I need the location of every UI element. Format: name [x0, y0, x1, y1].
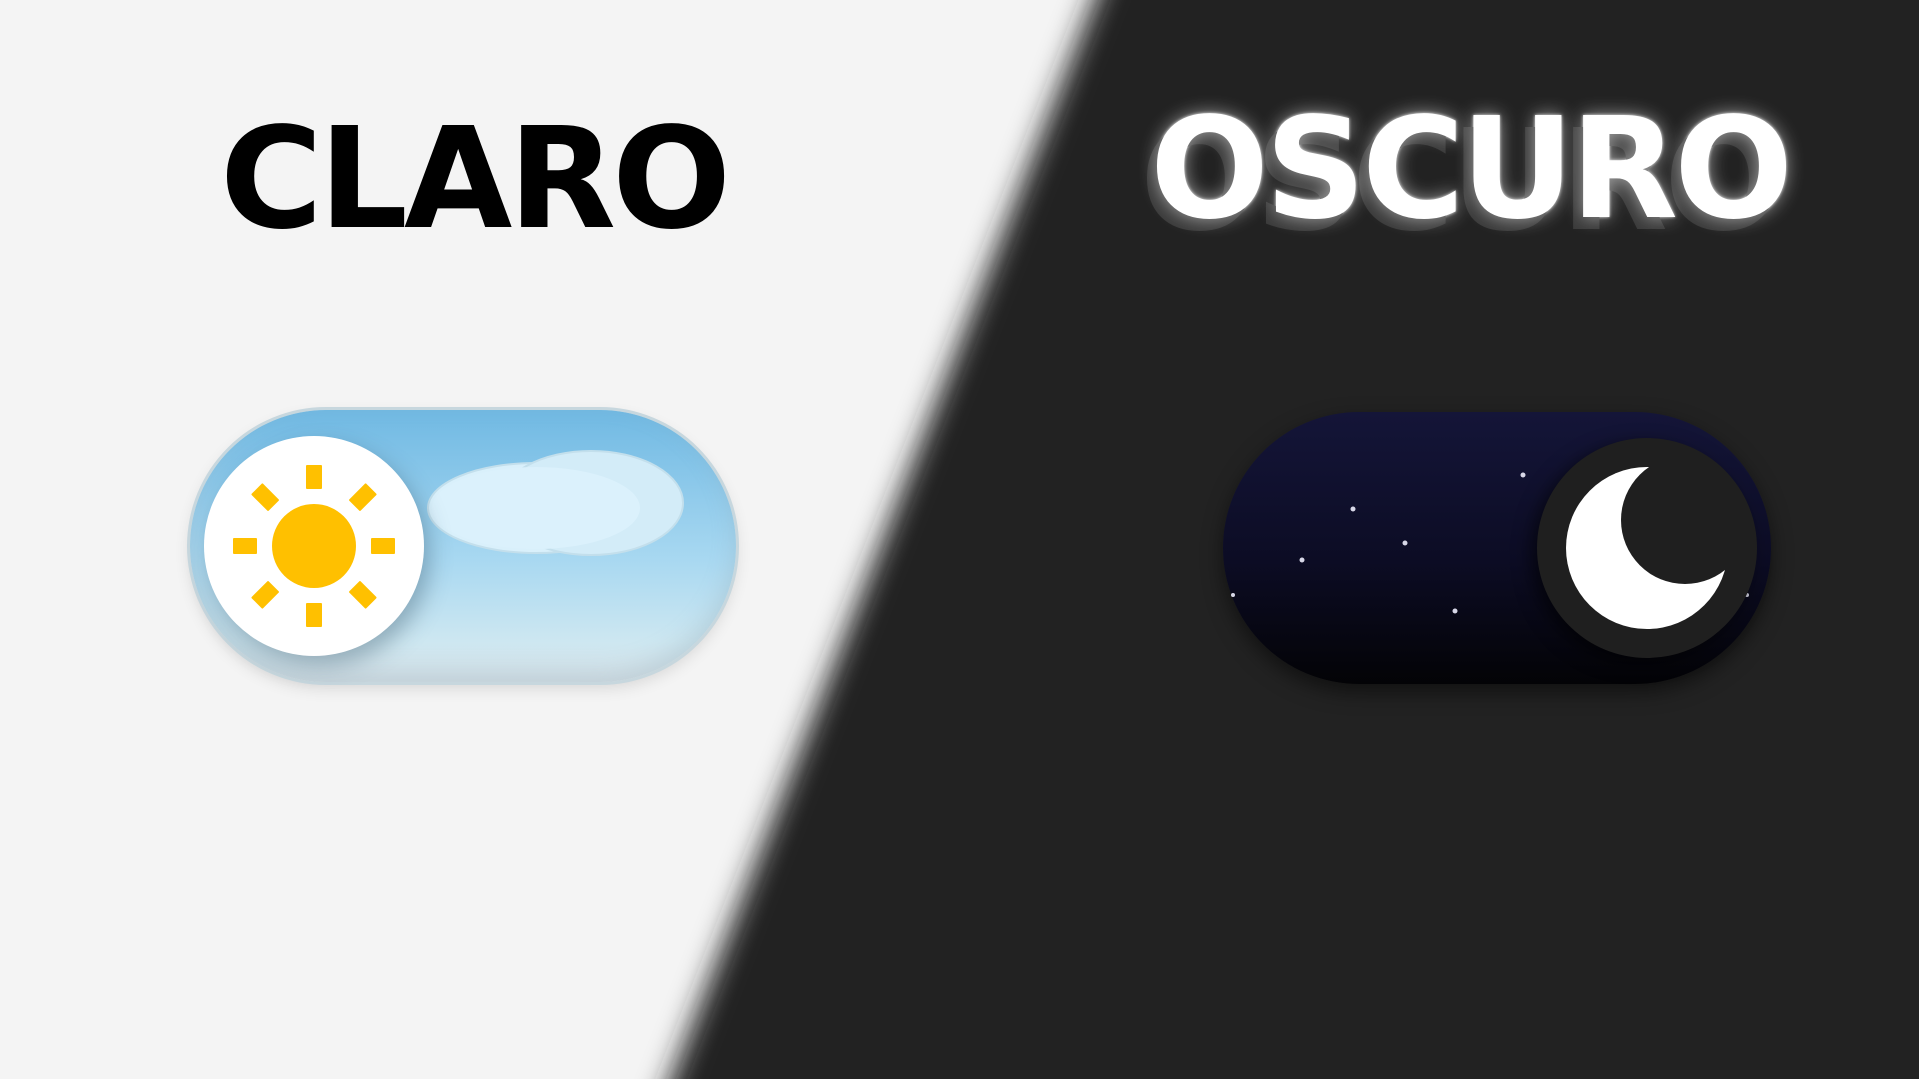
dark-toggle-knob[interactable] — [1537, 438, 1757, 658]
cloud-icon — [427, 450, 684, 556]
light-toggle-knob[interactable] — [204, 436, 424, 656]
light-mode-toggle[interactable] — [190, 410, 736, 682]
dark-mode-title: OSCURO — [1150, 88, 1793, 251]
dark-mode-toggle[interactable] — [1223, 412, 1771, 684]
light-mode-title: CLARO — [220, 98, 731, 261]
sun-icon — [233, 465, 395, 627]
moon-icon — [1566, 467, 1728, 629]
